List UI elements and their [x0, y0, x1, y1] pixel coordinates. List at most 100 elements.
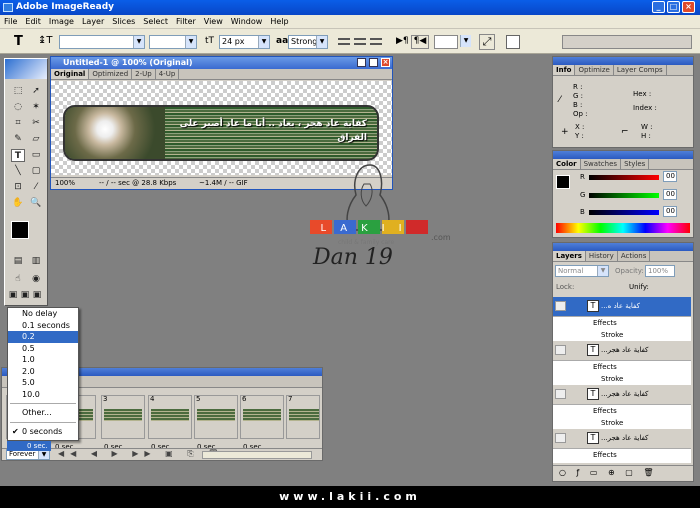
info-panel-header[interactable]: [553, 57, 693, 65]
layer-row-1[interactable]: T كفاية عاد ه...: [553, 297, 691, 317]
playback-buttons[interactable]: ◀◀ ◀ ▶ ▶▶ ▣ ⎘ 🗑: [58, 449, 224, 459]
align-left-icon[interactable]: [338, 38, 350, 45]
rtl-direction-icon[interactable]: ¶◀: [411, 35, 429, 49]
animation-frame[interactable]: 40 sec.: [148, 395, 192, 451]
layers-footer-buttons[interactable]: ○ ƒ ▭ ⊕ ▢ 🗑: [553, 465, 693, 481]
screen-mode-1-icon[interactable]: ▣: [8, 289, 18, 302]
text-color-swatch[interactable]: [434, 35, 458, 49]
eraser-tool-icon[interactable]: ▱: [29, 133, 43, 146]
screen-mode-2-icon[interactable]: ▣: [20, 289, 30, 302]
warp-text-icon[interactable]: ⤢: [479, 34, 495, 50]
eye-icon[interactable]: [555, 345, 566, 355]
tab-layers[interactable]: Layers: [553, 251, 586, 261]
menu-select[interactable]: Select: [139, 15, 172, 29]
animation-frame[interactable]: 50 sec.: [194, 395, 238, 451]
foreground-color-swatch[interactable]: [11, 221, 29, 239]
menu-edit[interactable]: Edit: [21, 15, 45, 29]
doc-maximize-icon[interactable]: [369, 58, 378, 67]
tab-color[interactable]: Color: [553, 159, 581, 169]
delay-option[interactable]: 0.1 seconds: [8, 320, 78, 332]
file-size[interactable]: ~1.4M / -- GIF: [199, 178, 248, 189]
tab-layer-comps[interactable]: Layer Comps: [614, 65, 667, 75]
delay-option[interactable]: 2.0: [8, 366, 78, 378]
animation-frame[interactable]: 7: [286, 395, 320, 439]
menu-help[interactable]: Help: [266, 15, 292, 29]
tab-styles[interactable]: Styles: [621, 159, 650, 169]
menu-filter[interactable]: Filter: [172, 15, 200, 29]
color-panel-header[interactable]: [553, 151, 693, 159]
lasso-tool-icon[interactable]: ◌: [11, 101, 25, 114]
menu-slices[interactable]: Slices: [108, 15, 139, 29]
tab-optimized[interactable]: Optimized: [89, 69, 133, 79]
frames-scrollbar[interactable]: [202, 451, 312, 459]
image-map-icon[interactable]: ▤: [11, 255, 25, 268]
layer-row-2[interactable]: T كفاية عاد هجر...: [553, 341, 691, 361]
menu-layer[interactable]: Layer: [78, 15, 108, 29]
preview-browser-icon[interactable]: ◉: [29, 273, 43, 286]
ltr-direction-icon[interactable]: ▶¶: [396, 36, 409, 46]
download-time[interactable]: -- / -- sec @ 28.8 Kbps: [99, 178, 176, 189]
animation-frame[interactable]: 60 sec.: [240, 395, 284, 451]
move-tool-icon[interactable]: ➚: [29, 85, 43, 98]
palettes-toggle-icon[interactable]: [506, 35, 520, 49]
delay-option[interactable]: 5.0: [8, 377, 78, 389]
tab-4up[interactable]: 4-Up: [156, 69, 180, 79]
tab-swatches[interactable]: Swatches: [581, 159, 622, 169]
tab-optimize[interactable]: Optimize: [575, 65, 614, 75]
r-value[interactable]: 00: [663, 171, 677, 182]
font-family-select[interactable]: ▼: [59, 35, 145, 49]
align-center-icon[interactable]: [354, 38, 366, 45]
doc-close-icon[interactable]: ×: [381, 58, 390, 67]
delay-option[interactable]: 0.5: [8, 343, 78, 355]
align-right-icon[interactable]: [370, 38, 382, 45]
maximize-button[interactable]: □: [667, 1, 680, 13]
layers-panel-header[interactable]: [553, 243, 693, 251]
animation-frame[interactable]: 30 sec.: [101, 395, 145, 451]
delay-option[interactable]: 10.0: [8, 389, 78, 401]
menu-view[interactable]: View: [200, 15, 227, 29]
delay-option[interactable]: No delay: [8, 308, 78, 320]
zoom-tool-icon[interactable]: 🔍: [29, 197, 43, 210]
doc-minimize-icon[interactable]: [357, 58, 366, 67]
type-tool-icon[interactable]: T: [14, 34, 23, 49]
active-delay-label[interactable]: 0 sec.: [7, 441, 51, 451]
g-slider[interactable]: [589, 193, 659, 198]
layer-row-4[interactable]: T كفاية عاد هجر...: [553, 429, 691, 449]
tab-actions[interactable]: Actions: [618, 251, 651, 261]
opacity-field[interactable]: 100%: [645, 265, 675, 277]
minimize-button[interactable]: _: [652, 1, 665, 13]
shape-tool-icon[interactable]: ▢: [29, 165, 43, 178]
delay-option[interactable]: 1.0: [8, 354, 78, 366]
antialias-select[interactable]: Strong ▼: [288, 35, 328, 49]
close-button[interactable]: ×: [682, 1, 695, 13]
font-size-select[interactable]: 24 px ▼: [219, 35, 270, 49]
menu-window[interactable]: Window: [227, 15, 267, 29]
tab-history[interactable]: History: [586, 251, 618, 261]
eye-icon[interactable]: [555, 389, 566, 399]
brush-tool-icon[interactable]: ✎: [11, 133, 25, 146]
eye-icon[interactable]: [555, 433, 566, 443]
delay-other[interactable]: Other...: [8, 407, 78, 419]
delay-option-selected[interactable]: 0.2: [8, 331, 78, 343]
rectangle-tool-icon[interactable]: ▭: [29, 149, 43, 162]
tab-info[interactable]: Info: [553, 65, 576, 75]
b-value[interactable]: 00: [663, 206, 677, 217]
marquee-tool-icon[interactable]: ⬚: [11, 85, 25, 98]
eyedropper-icon[interactable]: ⁄: [29, 181, 43, 194]
magic-wand-icon[interactable]: ✶: [29, 101, 43, 114]
menu-image[interactable]: Image: [45, 15, 78, 29]
font-style-select[interactable]: ▼: [149, 35, 197, 49]
zoom-level[interactable]: 100%: [55, 178, 75, 189]
color-ramp[interactable]: [556, 223, 690, 233]
b-slider[interactable]: [589, 210, 659, 215]
slice-visibility-icon[interactable]: ▥: [29, 255, 43, 268]
screen-mode-3-icon[interactable]: ▣: [32, 289, 42, 302]
r-slider[interactable]: [589, 175, 659, 180]
type-tool-icon[interactable]: T: [11, 149, 25, 162]
menu-file[interactable]: File: [0, 15, 21, 29]
g-value[interactable]: 00: [663, 189, 677, 200]
color-dropdown[interactable]: ▼: [460, 35, 471, 49]
layer-row-3[interactable]: T كفاية عاد هجر...: [553, 385, 691, 405]
orientation-toggle-icon[interactable]: ↨T: [38, 35, 53, 46]
rollover-icon[interactable]: ☝: [11, 273, 25, 286]
